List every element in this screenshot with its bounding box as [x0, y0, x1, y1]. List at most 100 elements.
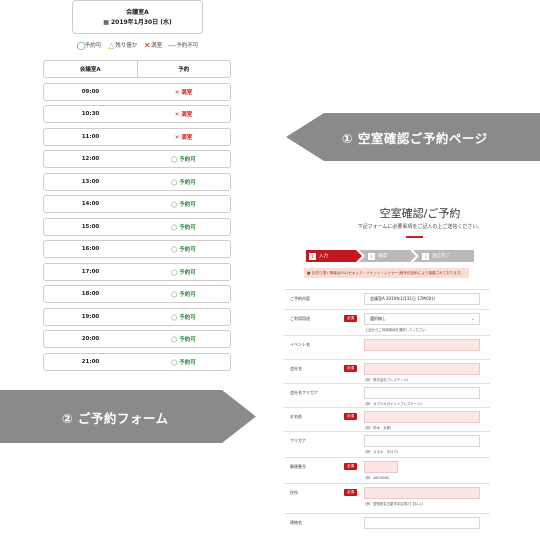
legend-label: 残り僅か: [115, 43, 138, 49]
field-label: ご予約内容: [290, 296, 310, 301]
field-label: フリガナ: [290, 438, 306, 443]
chevron-down-icon: ⌄: [470, 316, 475, 322]
reserve-available-link[interactable]: ◯ 予約可: [137, 219, 230, 235]
reserve-available-link[interactable]: ◯ 予約可: [137, 331, 230, 347]
full-status: ✕ 満室: [174, 89, 193, 96]
form-input[interactable]: [364, 339, 480, 351]
field-value: 会議室A 2019年1月31日 17時00分: [370, 296, 436, 301]
room-name: 会議室A: [126, 9, 149, 16]
grid-header-row: 会議室A 予約: [43, 60, 231, 78]
legend-label: 予約可: [84, 43, 102, 49]
full-status: ✕ 満室: [174, 112, 193, 118]
required-badge: 必須: [344, 489, 357, 496]
field-hint: (例：鈴木 太郎): [365, 426, 392, 430]
step-label: 送信完了: [432, 254, 450, 259]
step-number: 1: [309, 252, 316, 260]
step-complete: 3 送信完了: [413, 250, 474, 262]
usage-select[interactable]: 選択無し ⌄: [364, 313, 480, 325]
step-number: 2: [368, 252, 375, 260]
field-label: 住所: [290, 490, 298, 495]
time-slot-row[interactable]: 09:00 ✕ 満室: [43, 82, 231, 101]
form-row: 住所 必須 (例：愛知県名古屋市中区栄2丁目1-1): [284, 483, 490, 507]
form-row: 会社名フリガナ (例：カブシキガイシャブレステージ): [284, 383, 490, 407]
reserve-available-link[interactable]: ◯ 予約可: [137, 286, 230, 302]
time-slot-time: 09:00: [81, 88, 100, 95]
time-slot-row[interactable]: 19:00 ◯ 予約可: [43, 307, 231, 326]
step-confirm: 2 確認: [359, 250, 416, 262]
form-input[interactable]: [364, 387, 480, 399]
time-slot-row[interactable]: 18:00 ◯ 予約可: [43, 285, 231, 303]
reserve-available-link[interactable]: ◯ 予約可: [137, 174, 230, 190]
field-hint: (例：愛知県名古屋市中区栄2丁目1-1): [365, 502, 423, 506]
field-label: 会社名: [290, 366, 302, 371]
form-row: 建物名: [284, 513, 490, 537]
field-hint: (例：カブシキガイシャブレステージ): [365, 402, 422, 406]
legend-item: △残り僅か: [107, 41, 138, 50]
title-underline: [406, 236, 423, 238]
required-badge: 必須: [344, 315, 357, 322]
form-input[interactable]: 会議室A 2019年1月31日 17時00分: [364, 293, 480, 305]
form-row: お名前 必須 (例：鈴木 太郎): [284, 407, 490, 431]
time-slot-row[interactable]: 21:00 ◯ 予約可: [43, 352, 231, 371]
callout-availability-label: ① 空室確認ご予約ページ: [342, 131, 488, 146]
time-slot-time: 10:30: [81, 111, 100, 117]
time-slot-time: 18:00: [81, 291, 100, 297]
reserve-available-link[interactable]: ◯ 予約可: [137, 151, 230, 167]
legend-label: 満室: [151, 43, 163, 49]
legend-item: ―予約不可: [168, 41, 199, 50]
time-slot-row[interactable]: 15:00 ◯ 予約可: [43, 217, 231, 236]
form-row: 会社名 必須 (例：株式会社ブレステージ): [284, 359, 490, 383]
callout-form-label: ② ご予約フォーム: [62, 411, 169, 426]
time-slot-row[interactable]: 11:00 ✕ 満室: [43, 127, 231, 146]
required-badge: 必須: [344, 413, 357, 420]
grid-header-room: 会議室A: [44, 61, 138, 77]
time-slot-time: 15:00: [81, 223, 100, 230]
time-slot-time: 13:00: [81, 178, 100, 185]
field-value: 選択無し: [370, 316, 386, 321]
time-slot-row[interactable]: 17:00 ◯ 予約可: [43, 262, 231, 281]
form-input[interactable]: [364, 411, 480, 423]
reserve-available-link[interactable]: ◯ 予約可: [137, 196, 230, 212]
time-slot-time: 20:00: [81, 336, 100, 342]
form-input[interactable]: [364, 461, 398, 473]
time-slot-time: 16:00: [81, 246, 100, 252]
time-slot-row[interactable]: 12:00 ◯ 予約可: [43, 150, 231, 168]
form-title: 空室確認/ご予約: [379, 207, 461, 220]
field-label: 建物名: [290, 520, 302, 525]
time-slot-row[interactable]: 14:00 ◯ 予約可: [43, 195, 231, 213]
full-status: ✕ 満室: [174, 134, 193, 141]
form-row: フリガナ (例：スズキ タロウ): [284, 431, 490, 455]
grid-header-status: 予約: [178, 67, 190, 73]
form-input[interactable]: [364, 517, 480, 529]
progress-steps: 1 入力 2 確認 3 送信完了: [306, 250, 476, 262]
time-slot-row[interactable]: 16:00 ◯ 予約可: [43, 240, 231, 258]
callout-availability-page: ① 空室確認ご予約ページ: [286, 113, 540, 161]
reserve-available-link[interactable]: ◯ 予約可: [137, 241, 230, 257]
form-subtitle: 下記フォームに必要事項をご記入の上ご送信ください。: [357, 224, 483, 230]
time-slot-row[interactable]: 13:00 ◯ 予約可: [43, 172, 231, 191]
form-input[interactable]: [364, 363, 480, 375]
required-badge: 必須: [344, 365, 357, 372]
legend-label: 予約不可: [176, 43, 199, 49]
time-slot-time: 19:00: [81, 313, 100, 320]
time-slot-time: 11:00: [81, 133, 100, 140]
field-hint: (例：4600008): [365, 476, 390, 480]
legend-item: ◯予約可: [76, 41, 102, 50]
reserve-available-link[interactable]: ◯ 予約可: [137, 354, 230, 370]
reserve-available-link[interactable]: ◯ 予約可: [137, 264, 230, 280]
step-input: 1 入力: [306, 250, 362, 262]
callout-reservation-form: ② ご予約フォーム: [0, 390, 256, 443]
field-hint: (例：スズキ タロウ): [365, 450, 399, 454]
field-label: お名前: [290, 414, 302, 419]
step-label: 確認: [378, 254, 387, 259]
time-slot-row[interactable]: 20:00 ◯ 予約可: [43, 330, 231, 348]
legend-symbol-icon: ◯: [76, 41, 86, 50]
form-input[interactable]: [364, 435, 480, 447]
field-label: 会社名フリガナ: [290, 390, 318, 395]
time-slot-row[interactable]: 10:30 ✕ 満室: [43, 105, 231, 123]
legend-item: ✕満室: [143, 41, 163, 50]
step-label: 入力: [319, 254, 328, 259]
form-input[interactable]: [364, 487, 480, 499]
reserve-available-link[interactable]: ◯ 予約可: [137, 309, 230, 325]
room-header: 会議室A ▦ 2019年1月30日 (水): [72, 0, 203, 34]
